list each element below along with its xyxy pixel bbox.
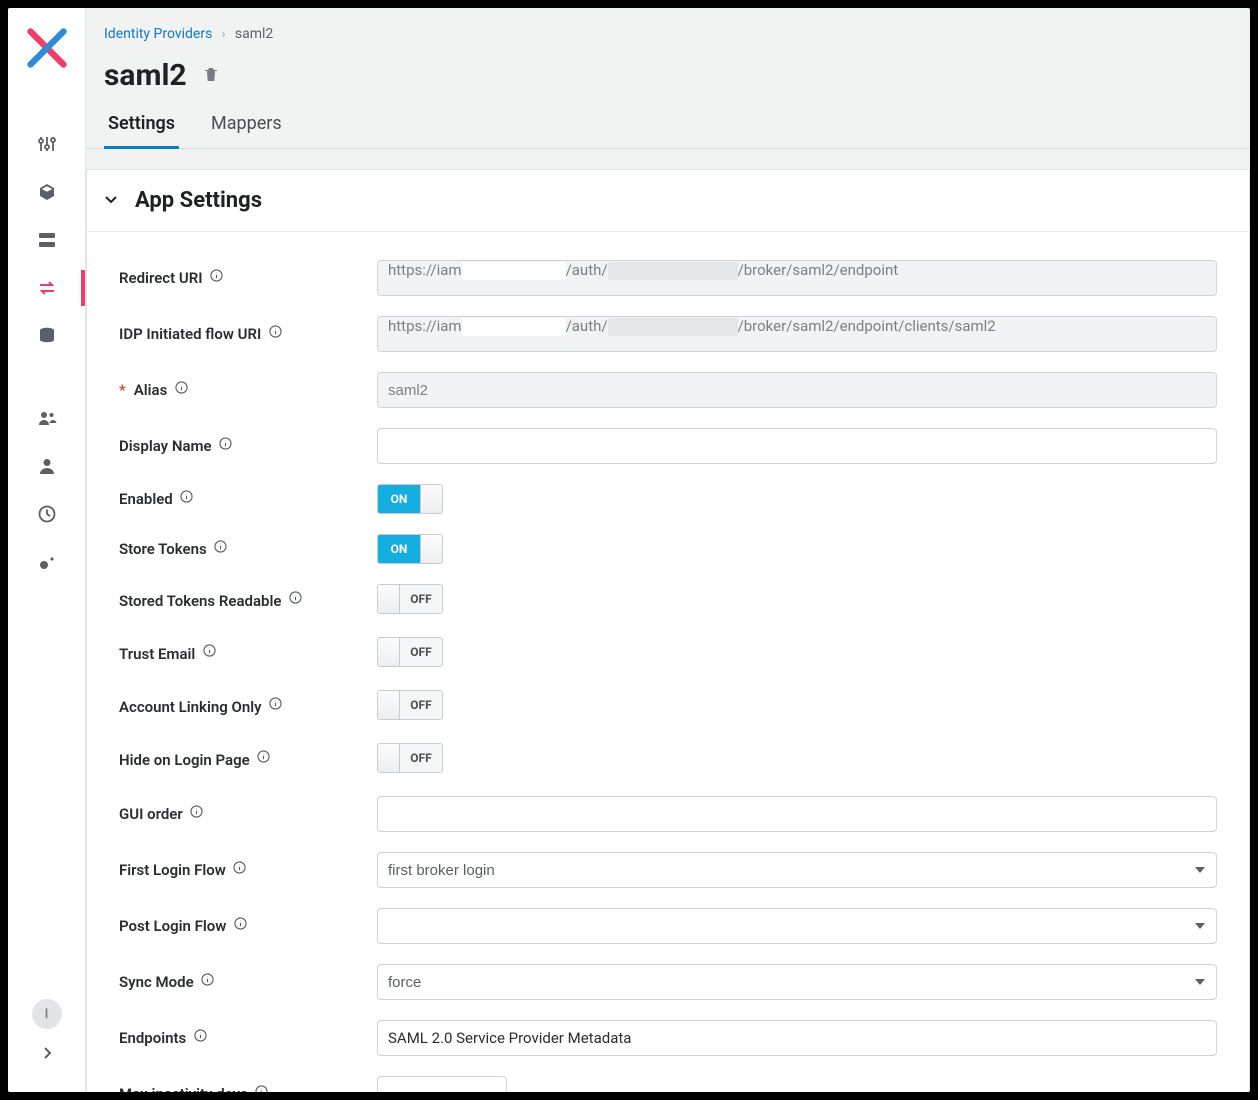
tab-settings[interactable]: Settings (104, 103, 179, 149)
tabs: Settings Mappers (86, 103, 1250, 149)
idp-flow-uri-field: https://iam/auth//broker/saml2/endpoint/… (377, 316, 1217, 352)
endpoints-label: Endpoints (119, 1029, 186, 1047)
display-name-label: Display Name (119, 437, 212, 455)
enabled-label: Enabled (119, 490, 173, 508)
max-inactivity-field[interactable] (377, 1076, 507, 1092)
post-login-select[interactable] (377, 908, 1217, 944)
expand-sidebar-icon[interactable] (40, 1045, 54, 1064)
info-icon[interactable] (267, 323, 283, 339)
delete-button[interactable] (201, 64, 221, 88)
main-content: Identity Providers › saml2 saml2 Setting… (86, 8, 1250, 1092)
nav-users-icon[interactable] (8, 394, 85, 442)
tab-mappers[interactable]: Mappers (207, 103, 286, 148)
nav-sliders-icon[interactable] (8, 120, 85, 168)
post-login-label: Post Login Flow (119, 917, 226, 935)
nav-servers-icon[interactable] (8, 216, 85, 264)
info-icon[interactable] (209, 267, 225, 283)
gui-order-label: GUI order (119, 805, 183, 823)
hide-login-label: Hide on Login Page (119, 751, 250, 769)
idp-flow-uri-label: IDP Initiated flow URI (119, 325, 261, 343)
enabled-toggle[interactable]: ON (377, 484, 443, 514)
trust-email-label: Trust Email (119, 645, 195, 663)
info-icon[interactable] (200, 971, 216, 987)
info-icon[interactable] (232, 915, 248, 931)
info-icon[interactable] (268, 696, 284, 712)
nav-database-icon[interactable] (8, 312, 85, 360)
info-icon[interactable] (192, 1027, 208, 1043)
tokens-readable-label: Stored Tokens Readable (119, 592, 281, 610)
gui-order-field[interactable] (377, 796, 1217, 832)
trust-email-toggle[interactable]: OFF (377, 637, 443, 667)
nav-key-icon[interactable] (8, 538, 85, 586)
breadcrumb-root-link[interactable]: Identity Providers (104, 26, 212, 42)
nav-clock-icon[interactable] (8, 490, 85, 538)
breadcrumb: Identity Providers › saml2 (86, 8, 1250, 42)
hide-login-toggle[interactable]: OFF (377, 743, 443, 773)
account-linking-label: Account Linking Only (119, 698, 262, 716)
info-icon[interactable] (173, 379, 189, 395)
redirect-uri-label: Redirect URI (119, 269, 203, 287)
alias-label: Alias (134, 381, 168, 399)
section-title: App Settings (135, 188, 262, 213)
info-icon[interactable] (287, 590, 303, 606)
info-icon[interactable] (201, 643, 217, 659)
info-icon[interactable] (213, 538, 229, 554)
nav-user-icon[interactable] (8, 442, 85, 490)
max-inactivity-label: Max inactivity days (119, 1085, 248, 1092)
nav-cube-icon[interactable] (8, 168, 85, 216)
info-icon[interactable] (179, 488, 195, 504)
display-name-field[interactable] (377, 428, 1217, 464)
store-tokens-toggle[interactable]: ON (377, 534, 443, 564)
nav-transfer-icon[interactable] (8, 264, 85, 312)
info-icon[interactable] (232, 859, 248, 875)
breadcrumb-current: saml2 (235, 26, 273, 42)
app-settings-panel: App Settings Redirect URI https://iam/au… (86, 169, 1250, 1092)
sync-mode-select[interactable]: force (377, 964, 1217, 1000)
info-icon[interactable] (218, 435, 234, 451)
alias-field (377, 372, 1217, 408)
logo (25, 26, 69, 70)
chevron-right-icon: › (222, 27, 226, 41)
account-linking-toggle[interactable]: OFF (377, 690, 443, 720)
tokens-readable-toggle[interactable]: OFF (377, 584, 443, 614)
sync-mode-label: Sync Mode (119, 973, 194, 991)
page-title: saml2 (104, 58, 187, 93)
info-icon[interactable] (254, 1083, 270, 1092)
chevron-down-icon[interactable] (103, 191, 119, 211)
info-icon[interactable] (189, 803, 205, 819)
info-icon[interactable] (256, 749, 272, 765)
endpoints-link[interactable]: SAML 2.0 Service Provider Metadata (377, 1020, 1217, 1056)
first-login-select[interactable]: first broker login (377, 852, 1217, 888)
store-tokens-label: Store Tokens (119, 540, 207, 558)
sidebar: I (8, 8, 86, 1092)
first-login-label: First Login Flow (119, 861, 226, 879)
redirect-uri-field: https://iam/auth//broker/saml2/endpoint (377, 260, 1217, 296)
avatar[interactable]: I (32, 999, 62, 1029)
